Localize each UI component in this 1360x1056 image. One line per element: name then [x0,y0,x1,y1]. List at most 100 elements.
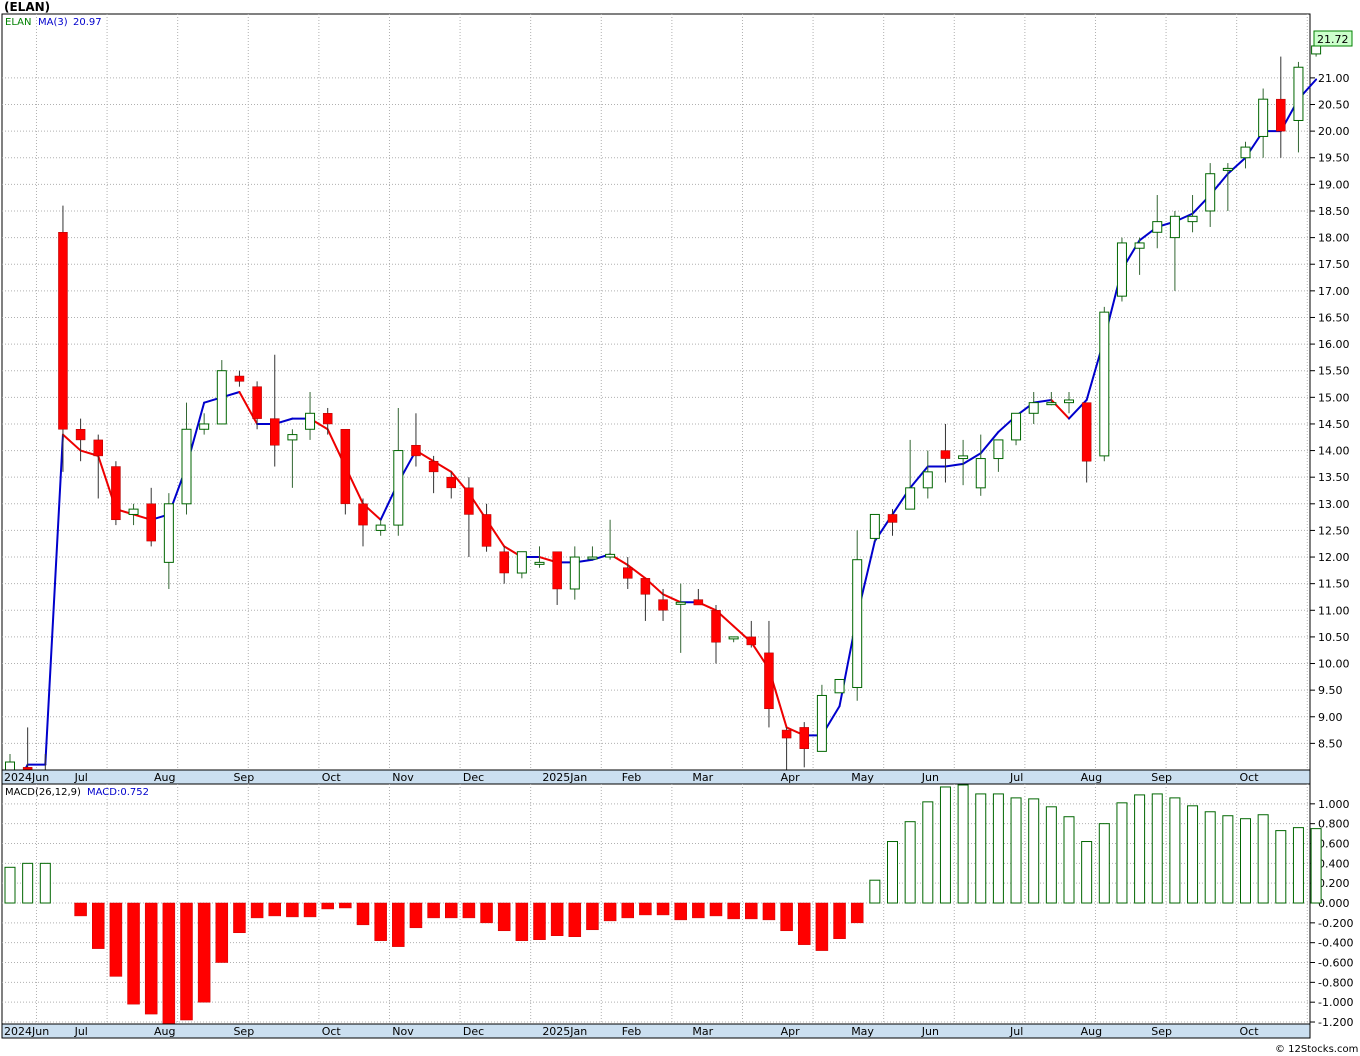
month-label-top: Aug [154,771,175,784]
macd-bar-positive [1063,816,1075,904]
macd-tick-label: 0.400 [1318,857,1350,870]
month-label-top: Oct [1240,771,1260,784]
candle-body-down [464,487,474,515]
macd-bar-negative [409,902,423,929]
candle-body-down [58,232,68,430]
candle-body-up [1152,221,1163,233]
price-tick-label: 10.50 [1318,631,1350,644]
candle-body-up [305,412,316,430]
price-month-axis [1,769,1311,785]
macd-bar-negative [109,902,123,977]
candle-body-down [322,413,333,425]
macd-bar-negative [480,902,493,924]
macd-bar-negative [286,902,299,918]
macd-bar-negative [392,902,405,947]
month-label-bottom: Jul [74,1025,88,1038]
candle-body-down [693,599,704,606]
macd-bar-negative [692,902,705,919]
month-label-top: Jul [1009,771,1023,784]
month-label-bottom: Oct [322,1025,342,1038]
candle-body-up [1064,399,1074,404]
candle-body-up [975,458,986,489]
price-tick-label: 15.00 [1318,391,1350,404]
macd-tick-label: -0.400 [1318,937,1353,950]
month-label-top: Sep [1151,771,1172,784]
candle-body-down [552,551,562,590]
candle-body-up [728,636,739,640]
price-tick-label: 9.00 [1318,711,1343,724]
month-label-bottom: Jun [921,1025,939,1038]
macd-panel: 1.000 0.800 0.600 0.400 0.200 0.000 -0.200 -0.4… [1,783,1353,1029]
candle-body-down [428,460,439,473]
price-tick-label: 12.50 [1318,524,1350,537]
price-tick-label: 13.00 [1318,498,1350,511]
candle-body-up [1205,173,1216,212]
month-label-bottom: Jul [1009,1025,1023,1038]
macd-bar-positive [22,862,34,904]
month-label-top: Sep [233,771,254,784]
price-tick-label: 19.50 [1318,152,1350,165]
macd-bar-positive [1098,823,1110,904]
candle-body-down [1276,98,1286,132]
macd-bar-positive [1240,818,1251,904]
month-label-top: 2024Jun [4,771,49,784]
macd-bar-positive [975,793,987,904]
candle-body-down [746,636,757,646]
macd-bar-negative [92,902,105,949]
macd-bar-positive [869,879,881,904]
macd-bar-negative [586,902,599,931]
legend-ma-value: 20.97 [73,17,102,28]
candle-body-down [781,729,792,739]
candle-body-up [199,423,210,430]
macd-bar-positive [39,862,51,904]
macd-tick-label: -1.000 [1318,996,1353,1009]
macd-tick-label: 0.800 [1318,818,1350,831]
macd-bar-negative [815,902,829,951]
macd-bar-negative [497,902,511,932]
macd-bar-negative [533,902,546,940]
candle-body-down [799,727,809,749]
price-tick-label: 9.50 [1318,684,1343,697]
macd-bar-negative [550,902,564,936]
candle-body-down [481,514,492,547]
macd-bar-negative [568,902,582,937]
candle-body-up [534,561,545,565]
macd-bar-negative [445,902,458,919]
macd-bar-positive [4,866,16,904]
macd-bar-negative [127,902,140,1005]
candle-body-up [675,601,686,605]
macd-bar-negative [709,902,723,917]
candle-body-down [764,652,774,710]
macd-bar-negative [74,902,87,917]
month-label-top: Jul [74,771,88,784]
month-label-bottom: May [851,1025,874,1038]
price-tick-label: 17.00 [1318,285,1350,298]
month-label-bottom: Mar [692,1025,713,1038]
month-label-top: Aug [1081,771,1102,784]
macd-bar-negative [144,902,158,1015]
price-tick-label: 20.50 [1318,99,1350,112]
macd-bar-positive [1169,797,1181,904]
price-tick-label: 21.00 [1318,72,1350,85]
macd-tick-label: -1.200 [1318,1016,1353,1029]
candle-body-down [93,439,103,457]
macd-tick-label: 0.000 [1318,897,1350,910]
macd-bar-positive [1310,828,1322,904]
month-label-top: Feb [622,771,641,784]
month-label-bottom: 2025Jan [542,1025,587,1038]
macd-bar-negative [321,902,334,910]
price-tick-label: 18.50 [1318,205,1350,218]
month-label-top: May [851,771,874,784]
candle-body-down [340,429,351,505]
candle-body-up [1187,215,1198,223]
macd-bar-negative [603,902,617,922]
candle-body-up [816,694,827,752]
candle-body-up [1169,215,1180,239]
candle-body-down [499,551,509,574]
candle-body-up [1311,45,1322,55]
candle-body-up [905,487,916,510]
price-tick-label: 10.00 [1318,658,1350,671]
macd-bar-positive [939,786,951,904]
macd-legend-value: MACD:0.752 [87,787,149,798]
macd-bar-negative [762,902,776,921]
